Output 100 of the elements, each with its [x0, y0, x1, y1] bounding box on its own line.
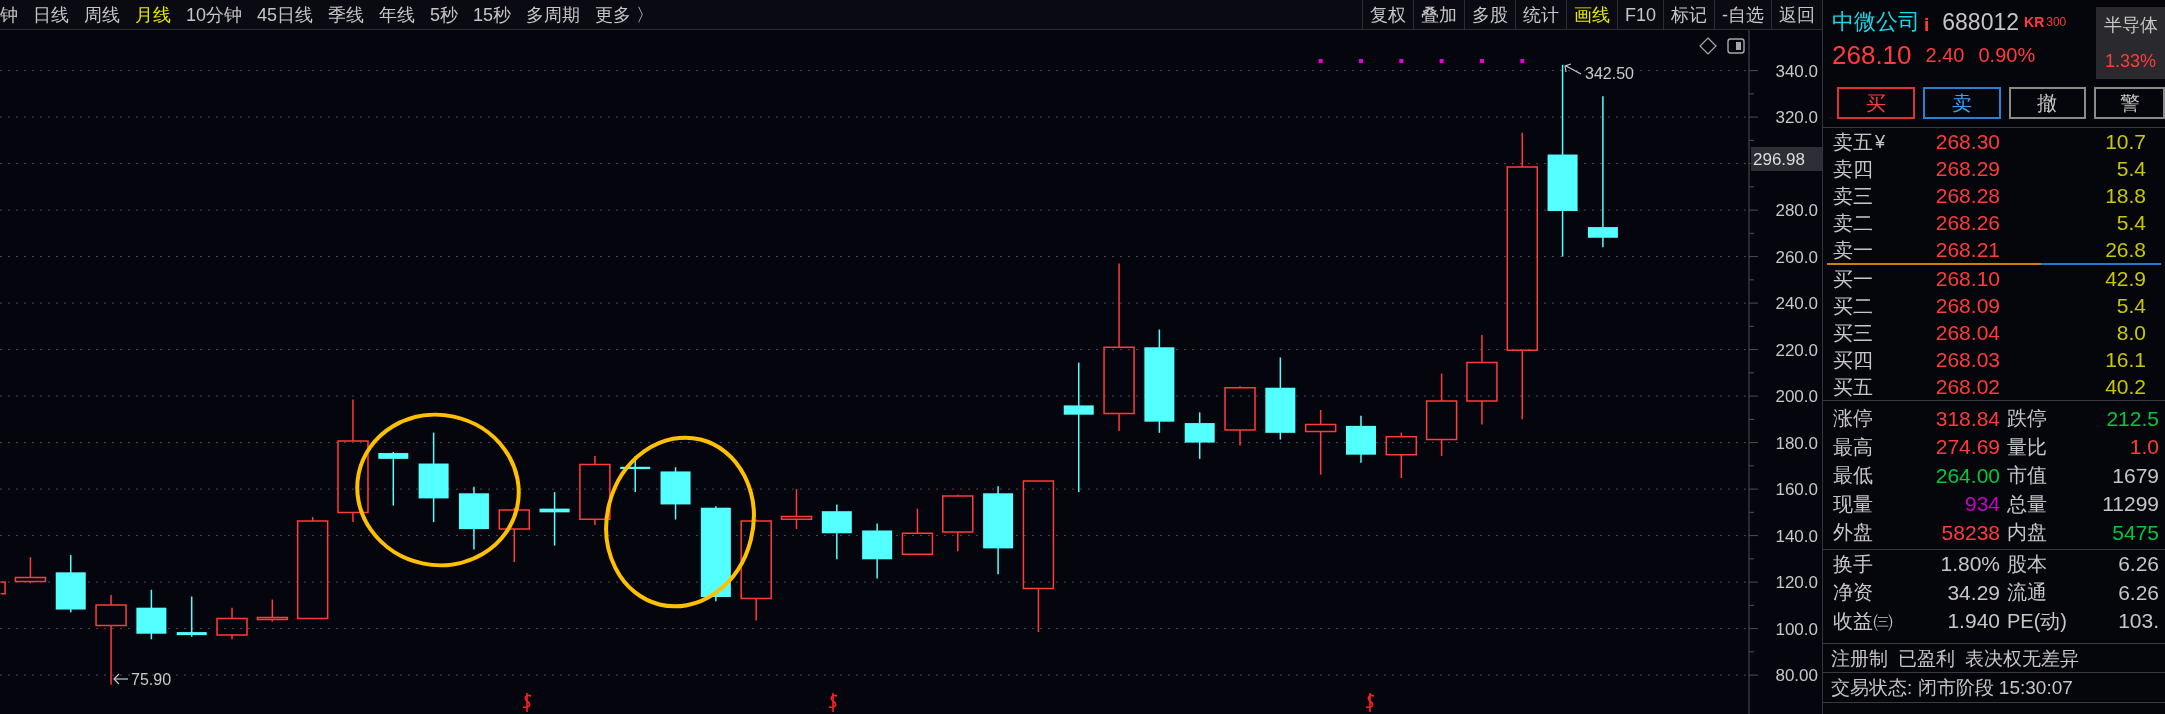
stat-label: 收益㈢: [1833, 610, 1893, 631]
order-price: 268.30: [1935, 131, 2000, 152]
order-volume: 5.4: [2115, 158, 2146, 179]
order-level-label: 卖三: [1833, 185, 1873, 206]
period-tab[interactable]: 多周期: [526, 0, 581, 29]
order-price: 268.21: [1935, 239, 2000, 260]
period-tab[interactable]: 钟: [0, 0, 18, 29]
stock-name: 中微公司: [1832, 11, 1920, 33]
stat-label: 量比: [2007, 436, 2047, 457]
tool-button[interactable]: 多股: [1463, 0, 1515, 29]
price-change: 2.40: [1925, 45, 1965, 65]
axis-label: 160.0: [1775, 480, 1818, 500]
order-level-label: 卖一: [1833, 239, 1873, 260]
stat-value: 1.940: [1947, 610, 2000, 632]
rising-candle: [780, 488, 813, 530]
period-tab[interactable]: 5秒: [430, 0, 459, 29]
order-level-label: 卖五: [1833, 131, 1873, 152]
stat-value: 1679: [2111, 464, 2159, 486]
falling-candle: [1184, 411, 1215, 460]
stat-label: 换手: [1833, 553, 1873, 574]
falling-candle: [176, 595, 207, 638]
rising-candle: [498, 506, 530, 563]
high-price-label: 342.50: [1585, 65, 1634, 82]
rising-candle: [942, 493, 974, 552]
tool-button[interactable]: 复权: [1361, 0, 1413, 29]
low-price-label: 75.90: [131, 671, 172, 688]
order-volume: 10.7: [2104, 131, 2146, 152]
falling-candle: [620, 455, 651, 493]
dollar-sign-icon: [828, 692, 838, 713]
tool-button[interactable]: 统计: [1514, 0, 1566, 29]
order-volume: 5.4: [2115, 212, 2146, 233]
trade-button[interactable]: 撤: [2008, 87, 2087, 119]
rising-candle: [216, 606, 248, 641]
stat-value: 6.26: [2117, 581, 2159, 603]
stock-code: 688012: [1942, 10, 2020, 34]
current-price-label: 296.98: [1751, 147, 1822, 171]
trade-button[interactable]: 买: [1837, 87, 1915, 119]
period-tab[interactable]: 年线: [379, 0, 416, 29]
order-volume: 16.1: [2104, 349, 2146, 370]
period-tab[interactable]: 月线: [135, 0, 171, 29]
falling-candle: [660, 466, 691, 521]
stat-label: PE(动): [2007, 610, 2067, 631]
period-tab[interactable]: 日线: [33, 0, 69, 29]
stat-label: 跌停: [2007, 408, 2047, 429]
axis-label: 320.0: [1775, 108, 1818, 128]
rising-candle: [0, 581, 6, 595]
sector-name: 半导体: [2103, 16, 2158, 34]
order-level-label: 买二: [1833, 295, 1873, 316]
stat-value: 1.80%: [1940, 553, 2000, 575]
sector-change: 1.33%: [2104, 52, 2156, 70]
order-level-label: 买三: [1833, 322, 1873, 343]
axis-label: 280.0: [1775, 201, 1818, 221]
trade-button[interactable]: 卖: [1922, 87, 2001, 119]
stat-label: 最高: [1833, 436, 1873, 457]
stat-value: 264.00: [1935, 464, 2000, 486]
stat-value: 5475: [2111, 521, 2159, 543]
period-tab[interactable]: 周线: [84, 0, 120, 29]
tool-button[interactable]: 叠加: [1412, 0, 1464, 29]
stat-label: 市值: [2007, 465, 2047, 486]
stat-value: 6.26: [2117, 553, 2159, 575]
rising-candle: [1304, 409, 1337, 476]
period-tab[interactable]: 季线: [328, 0, 365, 29]
arrow-icon: [1564, 63, 1582, 75]
arrow-icon: [113, 673, 129, 685]
tool-button[interactable]: F10: [1616, 0, 1663, 29]
period-tab[interactable]: 15秒: [473, 0, 512, 29]
falling-candle: [136, 589, 167, 641]
period-tab[interactable]: 更多 〉: [595, 0, 655, 29]
trade-button[interactable]: 警: [2094, 87, 2165, 119]
rising-candle: [256, 598, 289, 623]
period-tab[interactable]: 45日线: [257, 0, 314, 29]
tool-button[interactable]: -自选: [1714, 0, 1771, 29]
diamond-icon[interactable]: [1699, 37, 1717, 55]
side-panel-icon[interactable]: [1727, 38, 1745, 54]
info-mark[interactable]: i: [1924, 14, 1930, 34]
tool-button[interactable]: 画线: [1565, 0, 1617, 29]
stat-value: 34.29: [1947, 581, 2000, 603]
order-price: 268.26: [1935, 212, 2000, 233]
order-price: 268.09: [1935, 295, 2000, 316]
stat-value: 318.84: [1935, 407, 2000, 429]
last-price: 268.10: [1832, 42, 1912, 68]
currency-mark: ¥: [1875, 132, 1885, 151]
order-price: 268.29: [1935, 158, 2000, 179]
order-volume: 42.9: [2104, 268, 2146, 289]
sector-card[interactable]: 半导体 1.33%: [2096, 7, 2165, 79]
order-level-label: 买五: [1833, 376, 1873, 397]
stat-label: 最低: [1833, 465, 1873, 486]
order-volume: 40.2: [2104, 376, 2146, 397]
stat-label: 现量: [1833, 493, 1873, 514]
axis-label: 100.0: [1775, 619, 1818, 639]
order-volume: 5.4: [2115, 295, 2146, 316]
axis-label: 260.0: [1775, 247, 1818, 267]
trading-status: 交易状态: 闭市阶段 15:30:07: [1831, 678, 2073, 697]
dollar-sign-icon: [522, 692, 532, 713]
tool-button[interactable]: 标记: [1663, 0, 1714, 29]
period-tab[interactable]: 10分钟: [186, 0, 243, 29]
order-price: 268.28: [1935, 185, 2000, 206]
rising-candle: [14, 556, 47, 584]
stat-label: 外盘: [1833, 522, 1873, 543]
stat-label: 内盘: [2007, 522, 2047, 543]
